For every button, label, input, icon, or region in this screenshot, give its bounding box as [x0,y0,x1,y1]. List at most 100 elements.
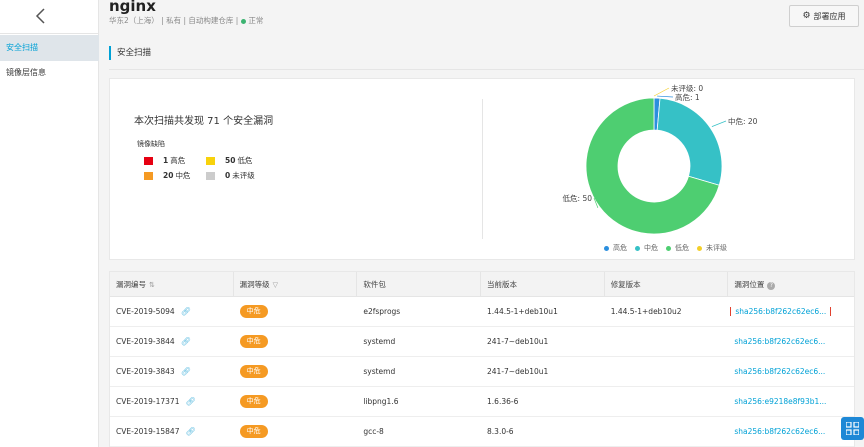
page-title: nginx [109,0,156,15]
package-cell: gcc-8 [363,427,384,436]
cve-id-cell: CVE-2019-5094 🔗︎ [116,307,191,316]
grid-menu-button[interactable] [841,417,864,440]
status-text: 正常 [248,16,264,25]
donut-label: 高危: 1 [675,92,700,102]
layer-hash-link[interactable]: sha256:b8f262c62ec6... [734,427,825,436]
package-cell: systemd [363,367,396,376]
legend-dot-icon [604,245,609,251]
col-level[interactable]: 漏洞等级 ▽ [234,272,358,296]
level-cell: 中危 [234,425,358,438]
section-divider [109,69,864,70]
severity-unrated: 0 未评级 [206,170,255,181]
donut-legend: 高危 中危 低危 未评级 [604,243,727,253]
layer-hash-link[interactable]: sha256:b8f262c62ec6... [734,367,825,376]
deploy-app-button[interactable]: ⚙ 部署应用 [789,5,859,27]
section-title: 安全扫描 [109,46,151,60]
legend-dot-icon [697,245,702,251]
donut-slice[interactable] [656,97,723,186]
level-cell: 中危 [234,365,358,378]
visibility-text: 私有 [166,16,182,25]
filter-icon[interactable]: ▽ [273,281,278,289]
current-version-cell: 1.6.36-6 [487,397,519,406]
medium-swatch-icon [144,171,153,180]
table-header: 漏洞编号 ⇅ 漏洞等级 ▽ 软件包 当前版本 修复版本 漏洞位置? [110,272,854,297]
grid-icon [846,422,859,435]
high-count: 1 [163,156,169,165]
level-cell: 中危 [234,305,358,318]
level-badge: 中危 [239,425,268,438]
defect-legend-title: 镜像缺陷 [137,140,165,148]
sidebar-item-security-scan[interactable]: 安全扫描 [0,35,99,61]
legend-dot-icon [635,245,640,251]
sort-icon[interactable]: ⇅ [149,281,155,289]
low-count: 50 [225,156,236,165]
layer-hash-link[interactable]: sha256:e9218e8f93b1... [734,397,826,406]
link-icon[interactable]: 🔗︎ [185,427,195,436]
location-cell: sha256:b8f262c62ec6... [728,427,854,436]
high-label: 高危 [170,156,186,165]
current-version-cell: 241-7~deb10u1 [487,367,549,376]
vulnerability-table: 漏洞编号 ⇅ 漏洞等级 ▽ 软件包 当前版本 修复版本 漏洞位置? CVE-2019… [109,271,855,447]
donut-legend-item[interactable]: 低危 [666,243,689,253]
status-dot-icon [241,18,247,24]
cve-id-cell: CVE-2019-15847 🔗︎ [116,427,196,436]
col-current-version: 当前版本 [481,272,605,296]
high-swatch-icon [144,156,153,165]
help-icon[interactable]: ? [767,282,776,290]
donut-leader-line [711,120,727,127]
medium-label: 中危 [175,171,191,180]
col-cve-id[interactable]: 漏洞编号 ⇅ [110,272,234,296]
location-cell: sha256:b8f262c62ec6... [728,337,854,346]
level-badge: 中危 [239,305,268,318]
donut-legend-item[interactable]: 未评级 [697,243,727,253]
sidebar: 安全扫描 镜像层信息 [0,0,99,447]
layer-hash-link[interactable]: sha256:b8f262c62ec6... [734,337,825,346]
donut-legend-item[interactable]: 高危 [604,243,627,253]
level-badge: 中危 [239,365,268,378]
current-version-cell: 8.3.0-6 [487,427,514,436]
package-cell: libpng1.6 [363,397,399,406]
legend-dot-icon [666,245,671,251]
link-icon[interactable]: 🔗︎ [181,337,191,346]
sidebar-divider [0,33,99,34]
link-icon[interactable]: 🔗︎ [185,397,195,406]
scan-summary-card: 本次扫描共发现 71 个安全漏洞 镜像缺陷 1 高危 50 低危 20 中危 0… [109,78,855,260]
back-arrow-icon[interactable] [33,8,49,24]
level-badge: 中危 [239,395,268,408]
legend-label: 低危 [675,244,689,252]
donut-label: 低危: 50 [563,193,593,203]
low-label: 低危 [237,156,253,165]
region-text: 华东2（上海） [109,16,159,25]
table-row: CVE-2019-3844 🔗︎ 中危 systemd 241-7~deb10u1 sha… [110,327,854,357]
donut-leader-line [653,87,670,97]
source-text: 自动构建仓库 [188,16,234,25]
package-cell: systemd [363,337,396,346]
donut-legend-item[interactable]: 中危 [635,243,658,253]
table-row: CVE-2019-5094 🔗︎ 中危 e2fsprogs 1.44.5-1+deb10… [110,297,854,327]
unrated-label: 未评级 [232,171,255,180]
unrated-swatch-icon [206,171,215,180]
donut-leader-line [657,95,674,98]
medium-count: 20 [163,171,174,180]
col-package: 软件包 [357,272,482,296]
cve-id-cell: CVE-2019-3843 🔗︎ [116,367,191,376]
package-cell: e2fsprogs [363,307,401,316]
gear-icon: ⚙ [802,11,811,21]
severity-medium: 20 中危 [144,170,190,181]
donut-label: 中危: 20 [728,116,758,126]
table-row: CVE-2019-15847 🔗︎ 中危 gcc-8 8.3.0-6 sha256:b8f… [110,417,854,447]
col-fixed-version: 修复版本 [605,272,729,296]
donut-svg: 高危: 1 中危: 20 低危: 50 未评级: 0 [563,83,758,235]
table-row: CVE-2019-3843 🔗︎ 中危 systemd 241-7~deb10u1 sha… [110,357,854,387]
location-cell: sha256:b8f262c62ec6... [728,307,854,316]
layer-hash-link[interactable]: sha256:b8f262c62ec6... [730,307,832,316]
fixed-version-cell: 1.44.5-1+deb10u2 [610,307,682,316]
sidebar-item-image-layers[interactable]: 镜像层信息 [0,60,99,86]
table-body: CVE-2019-5094 🔗︎ 中危 e2fsprogs 1.44.5-1+deb10… [110,297,854,447]
level-badge: 中危 [239,335,268,348]
link-icon[interactable]: 🔗︎ [181,367,191,376]
link-icon[interactable]: 🔗︎ [181,307,191,316]
deploy-app-label: 部署应用 [813,11,846,21]
level-cell: 中危 [234,395,358,408]
severity-low: 50 低危 [206,155,252,166]
